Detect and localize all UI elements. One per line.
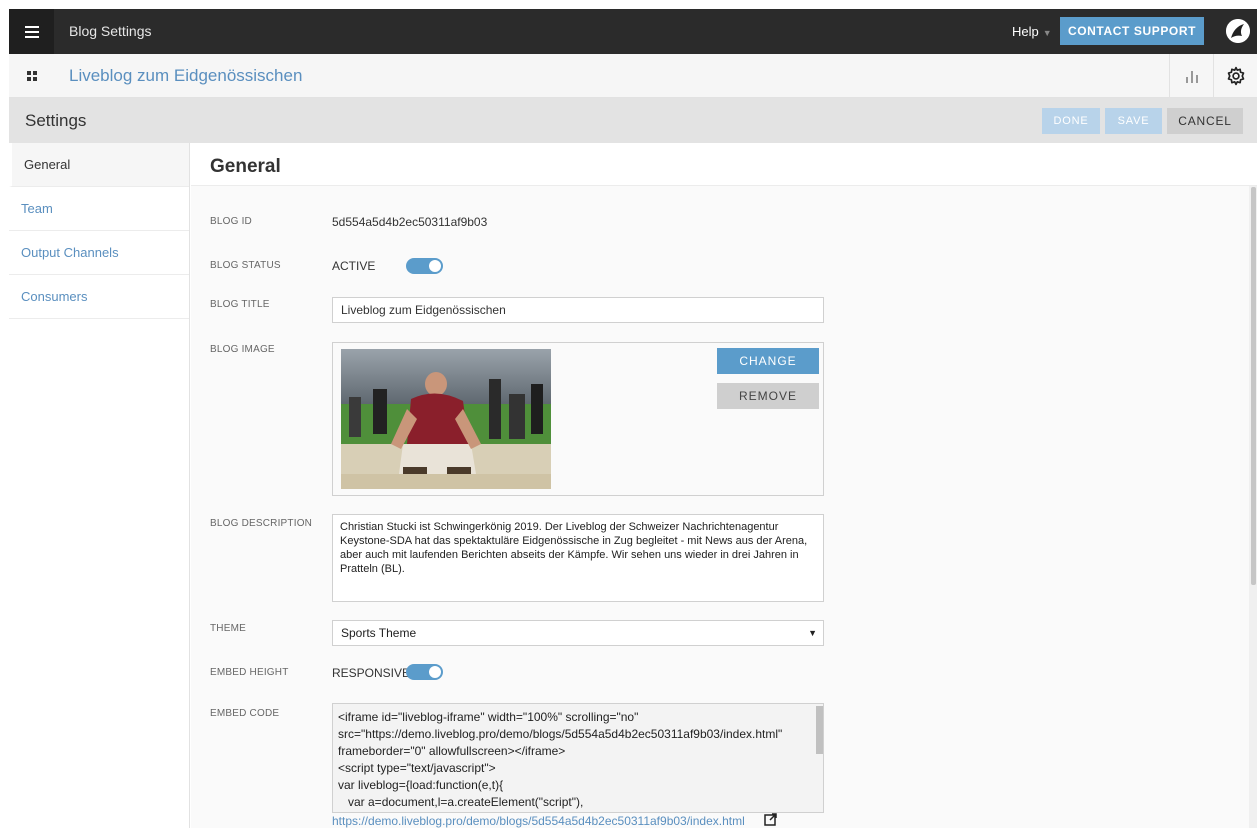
toggle-knob <box>429 260 441 272</box>
sidebar-item-general[interactable]: General <box>9 143 189 187</box>
theme-label: THEME <box>210 623 246 634</box>
change-image-button[interactable]: CHANGE <box>717 348 819 374</box>
blog-id-value: 5d554a5d4b2ec50311af9b03 <box>332 215 488 229</box>
grid-icon <box>26 71 37 81</box>
blog-image <box>341 349 551 489</box>
code-scrollbar-thumb[interactable] <box>816 706 823 754</box>
done-button[interactable]: DONE <box>1042 108 1100 134</box>
avatar[interactable] <box>1226 19 1250 43</box>
top-bar: Blog Settings Help ▼ CONTACT SUPPORT <box>9 9 1257 54</box>
theme-select[interactable]: Sports Theme ▼ <box>332 620 824 646</box>
hamburger-icon <box>24 25 39 38</box>
blog-image-label: BLOG IMAGE <box>210 344 275 355</box>
main-panel: General BLOG ID 5d554a5d4b2ec50311af9b03… <box>191 143 1257 828</box>
embed-height-value: RESPONSIVE <box>332 666 411 680</box>
window-frame <box>0 0 9 828</box>
app-title: Blog Settings <box>69 23 152 39</box>
blog-title-label: BLOG TITLE <box>210 299 270 310</box>
chevron-down-icon: ▼ <box>1042 28 1052 38</box>
embed-height-toggle[interactable] <box>406 664 443 680</box>
settings-button[interactable] <box>1213 54 1257 98</box>
help-label: Help <box>1012 24 1039 39</box>
settings-bar: Settings DONE SAVE CANCEL <box>9 98 1257 143</box>
embed-code-textarea[interactable]: <iframe id="liveblog-iframe" width="100%… <box>332 703 824 813</box>
contact-support-button[interactable]: CONTACT SUPPORT <box>1060 17 1204 45</box>
blog-title-input[interactable]: Liveblog zum Eidgenössischen <box>332 297 824 323</box>
settings-sidebar: General Team Output Channels Consumers <box>9 143 190 828</box>
gear-icon <box>1227 66 1244 86</box>
scrollbar-thumb[interactable] <box>1251 187 1256 585</box>
save-button[interactable]: SAVE <box>1105 108 1162 134</box>
bar-chart-icon <box>1185 71 1198 83</box>
theme-select-value: Sports Theme <box>341 626 417 640</box>
blog-status-value: ACTIVE <box>332 259 376 273</box>
settings-title: Settings <box>25 111 87 130</box>
remove-image-button[interactable]: REMOVE <box>717 383 819 409</box>
dashboard-button[interactable] <box>9 54 54 98</box>
logo-icon <box>1226 19 1250 43</box>
sidebar-item-consumers[interactable]: Consumers <box>9 275 189 319</box>
blog-id-label: BLOG ID <box>210 216 252 227</box>
blog-description-label: BLOG DESCRIPTION <box>210 518 313 529</box>
main-header: General <box>191 143 1257 186</box>
cancel-button[interactable]: CANCEL <box>1167 108 1243 134</box>
blog-status-label: BLOG STATUS <box>210 260 281 271</box>
menu-button[interactable] <box>9 9 54 54</box>
sidebar-item-output-channels[interactable]: Output Channels <box>9 231 189 275</box>
analytics-button[interactable] <box>1169 54 1213 98</box>
sidebar-item-team[interactable]: Team <box>9 187 189 231</box>
blog-bar: Liveblog zum Eidgenössischen <box>9 54 1257 98</box>
external-link-icon[interactable] <box>764 813 777 831</box>
blog-name-link[interactable]: Liveblog zum Eidgenössischen <box>69 54 302 98</box>
chevron-down-icon: ▼ <box>808 628 817 638</box>
embed-url-link[interactable]: https://demo.liveblog.pro/demo/blogs/5d5… <box>332 814 745 828</box>
blog-status-toggle[interactable] <box>406 258 443 274</box>
blog-description-textarea[interactable]: Christian Stucki ist Schwingerkönig 2019… <box>332 514 824 602</box>
page-title: General <box>210 156 281 177</box>
embed-code-label: EMBED CODE <box>210 708 280 719</box>
embed-height-label: EMBED HEIGHT <box>210 667 289 678</box>
help-menu[interactable]: Help ▼ <box>1012 9 1052 56</box>
toggle-knob <box>429 666 441 678</box>
blog-image-box: CHANGE REMOVE <box>332 342 824 496</box>
